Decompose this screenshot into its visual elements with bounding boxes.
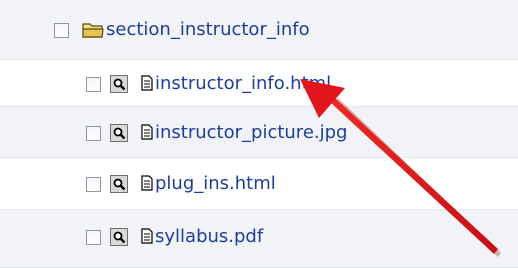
folder-checkbox[interactable] <box>54 23 69 38</box>
file-tree: section_instructor_info instructor_info.… <box>0 0 518 268</box>
file-checkbox[interactable] <box>86 230 101 245</box>
folder-name[interactable]: section_instructor_info <box>106 20 310 40</box>
magnifier-icon[interactable] <box>110 124 128 142</box>
magnifier-icon[interactable] <box>110 75 128 93</box>
document-icon <box>141 175 153 191</box>
file-row[interactable]: plug_ins.html <box>0 158 518 210</box>
file-row[interactable]: instructor_info.html <box>0 60 518 107</box>
folder-row[interactable]: section_instructor_info <box>0 0 518 60</box>
document-icon <box>141 228 153 244</box>
magnifier-icon[interactable] <box>110 175 128 193</box>
file-checkbox[interactable] <box>86 177 101 192</box>
file-row[interactable]: syllabus.pdf <box>0 210 518 268</box>
folder-icon <box>82 23 104 38</box>
file-name-link[interactable]: syllabus.pdf <box>155 227 263 247</box>
file-checkbox[interactable] <box>86 126 101 141</box>
file-checkbox[interactable] <box>86 77 101 92</box>
file-name-link[interactable]: instructor_info.html <box>155 74 331 94</box>
document-icon <box>141 124 153 140</box>
file-name-link[interactable]: instructor_picture.jpg <box>155 123 347 143</box>
file-row[interactable]: instructor_picture.jpg <box>0 107 518 158</box>
file-name-link[interactable]: plug_ins.html <box>155 174 276 194</box>
magnifier-icon[interactable] <box>110 228 128 246</box>
document-icon <box>141 75 153 91</box>
